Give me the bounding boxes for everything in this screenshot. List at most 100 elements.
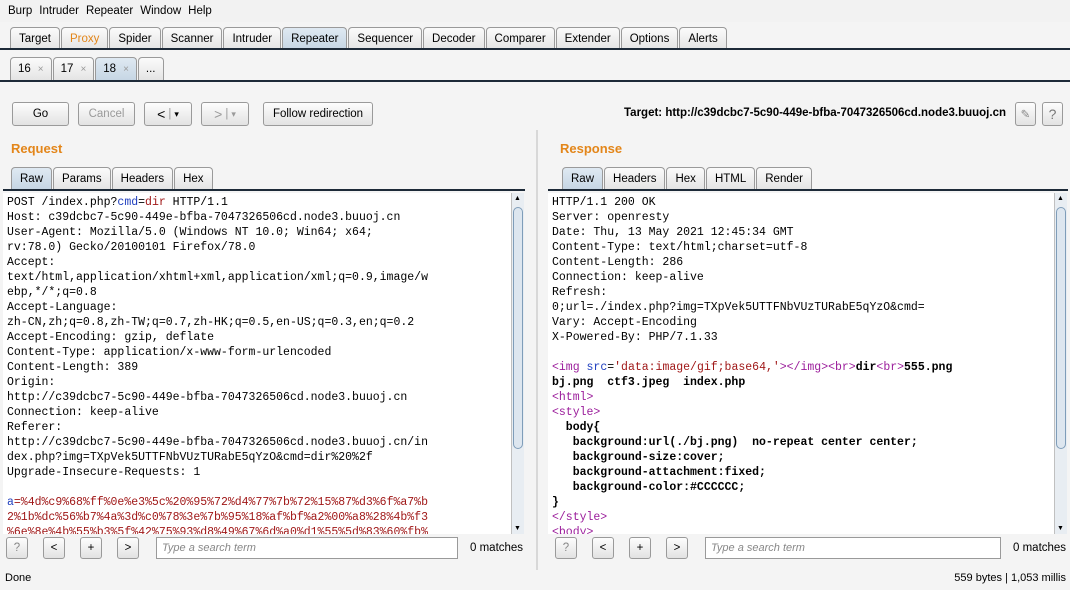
code-token: 2%1b%dc%56%b7%4a%3d%c0%78%3e%7b%95%18%af… [7,511,428,524]
scroll-thumb[interactable] [513,207,523,449]
response-line: Date: Thu, 13 May 2021 12:45:34 GMT [552,225,1051,240]
tab-scanner[interactable]: Scanner [161,27,223,49]
repeater-tabs: 16 × 17 × 18 ×... [10,57,165,80]
search-input[interactable]: Type a search term [705,537,1001,559]
repeater-tab[interactable]: 18 × [95,57,137,80]
tab-render[interactable]: Render [756,167,812,189]
tab-raw[interactable]: Raw [562,167,604,189]
pencil-icon: ✎ [1020,109,1031,121]
request-line [7,480,508,495]
code-token: User-Agent: Mozilla/5.0 (Windows NT 10.0… [7,226,373,239]
request-scrollbar[interactable]: ▲ ▼ [511,193,524,534]
code-token: <html> [552,391,594,404]
repeater-tab[interactable]: ... [137,57,164,80]
search-next-button[interactable]: > [117,537,139,559]
code-token: = [138,196,146,209]
tab-hex[interactable]: Hex [174,167,213,189]
search-help-button[interactable]: ? [555,537,577,559]
code-token: Content-Length: 286 [552,256,684,269]
code-token: rv:78.0) Gecko/20100101 Firefox/78.0 [7,241,256,254]
response-line: <img src='data:image/gif;base64,'></img>… [552,360,1051,375]
code-token: cmd [117,196,139,209]
code-token: background:url(./bj.png) no-repeat cente… [552,436,918,449]
tab-target[interactable]: Target [10,27,60,49]
tab-headers[interactable]: Headers [111,167,174,189]
help-button[interactable]: ? [1042,102,1063,126]
tab-decoder[interactable]: Decoder [423,27,485,49]
follow-redirection-button[interactable]: Follow redirection [263,102,373,126]
tab-hex[interactable]: Hex [666,167,705,189]
menu-window[interactable]: Window [140,5,181,17]
search-add-button[interactable]: + [629,537,651,559]
response-line: Refresh: [552,285,1051,300]
code-token: 'data:image/gif;base64,' [614,361,780,374]
cancel-button[interactable]: Cancel [78,102,135,126]
tab-sequencer[interactable]: Sequencer [348,27,423,49]
code-token: dir [855,361,877,374]
code-token: =%4d%c9%68%ff%0e%e3%5c%20%95%72%d4%77%7b… [13,496,428,509]
code-token: <style> [552,406,601,419]
response-line: body{ [552,420,1051,435]
menu-help[interactable]: Help [188,5,212,17]
search-help-button[interactable]: ? [6,537,28,559]
divider [0,48,1070,50]
go-button[interactable]: Go [12,102,69,126]
response-editor[interactable]: HTTP/1.1 200 OK Server: openresty Date: Th… [548,193,1055,534]
response-line: background-size:cover; [552,450,1051,465]
tab-params[interactable]: Params [53,167,111,189]
request-line: Referer: [7,420,508,435]
tab-html[interactable]: HTML [705,167,756,189]
request-editor[interactable]: POST /index.php?cmd=dir HTTP/1.1 Host: c3… [3,193,512,534]
scroll-thumb[interactable] [1056,207,1066,449]
menu-burp[interactable]: Burp [8,5,32,17]
repeater-tab[interactable]: 16 × [10,57,52,80]
code-token: background-color:#CCCCCC; [552,481,746,494]
code-token: bj.png ctf3.jpeg index.php [552,376,746,389]
pane-splitter[interactable] [536,130,538,570]
tab-spider[interactable]: Spider [109,27,161,49]
tab-options[interactable]: Options [620,27,679,49]
dropdown-icon: ▾ [174,108,179,119]
tab-extender[interactable]: Extender [555,27,620,49]
search-add-button[interactable]: + [80,537,102,559]
response-title: Response [560,141,623,156]
tab-alerts[interactable]: Alerts [679,27,727,49]
search-previous-button[interactable]: < [43,537,65,559]
scroll-up-icon[interactable]: ▲ [1057,195,1064,202]
search-input[interactable]: Type a search term [156,537,458,559]
tab-proxy[interactable]: Proxy [60,27,109,49]
code-token: Accept: [7,256,56,269]
tab-intruder[interactable]: Intruder [223,27,282,49]
status-text: Done [5,572,32,584]
search-previous-button[interactable]: < [592,537,614,559]
forward-button[interactable]: > | ▾ [201,102,249,126]
tab-repeater[interactable]: Repeater [282,27,348,49]
request-line: Origin: [7,375,508,390]
tab-headers[interactable]: Headers [604,167,666,189]
scroll-down-icon[interactable]: ▼ [514,525,521,532]
response-scrollbar[interactable]: ▲ ▼ [1054,193,1067,534]
close-icon[interactable]: × [38,64,44,75]
repeater-tab[interactable]: 17 × [52,57,95,80]
menu-intruder[interactable]: Intruder [39,5,79,17]
back-button[interactable]: < | ▾ [144,102,192,126]
divider [3,189,525,191]
close-icon[interactable]: × [123,64,129,75]
tab-label: 16 [18,63,31,75]
search-next-button[interactable]: > [666,537,688,559]
edit-target-button[interactable]: ✎ [1015,102,1036,126]
close-icon[interactable]: × [80,64,86,75]
request-line: a=%4d%c9%68%ff%0e%e3%5c%20%95%72%d4%77%7… [7,495,508,510]
tab-comparer[interactable]: Comparer [485,27,555,49]
code-token: <br> [876,361,905,374]
response-line: <body> [552,525,1051,534]
menu-repeater[interactable]: Repeater [86,5,133,17]
code-token: Upgrade-Insecure-Requests: 1 [7,466,201,479]
tab-raw[interactable]: Raw [11,167,53,189]
response-stats: 559 bytes | 1,053 millis [954,572,1066,584]
scroll-down-icon[interactable]: ▼ [1057,525,1064,532]
scroll-up-icon[interactable]: ▲ [514,195,521,202]
code-token: background-attachment:fixed; [552,466,766,479]
code-token: </style> [552,511,608,524]
request-line: Accept: [7,255,508,270]
